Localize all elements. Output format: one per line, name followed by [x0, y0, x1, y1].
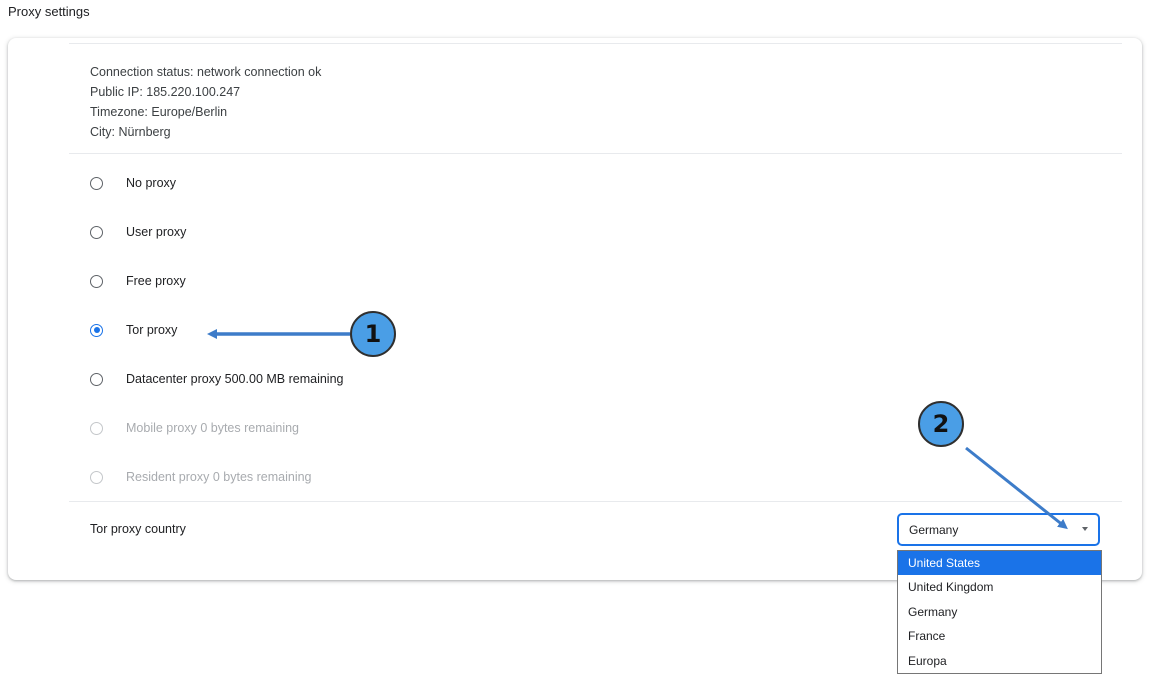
radio-resident-proxy: Resident proxy 0 bytes remaining	[90, 467, 312, 487]
dropdown-option-united-states[interactable]: United States	[898, 551, 1101, 576]
tor-country-dropdown[interactable]: United States United Kingdom Germany Fra…	[897, 550, 1102, 674]
proxy-settings-card: Connection status: network connection ok…	[8, 38, 1142, 580]
radio-button-disabled	[90, 470, 103, 484]
radio-mobile-proxy: Mobile proxy 0 bytes remaining	[90, 418, 299, 438]
radio-button[interactable]	[90, 225, 103, 239]
tor-country-label: Tor proxy country	[90, 522, 186, 536]
timezone: Timezone: Europe/Berlin	[90, 105, 228, 119]
annotation-badge-1: 1	[350, 311, 396, 357]
dropdown-option-germany[interactable]: Germany	[898, 600, 1101, 624]
radio-button[interactable]	[90, 274, 103, 288]
radio-label: Mobile proxy 0 bytes remaining	[126, 421, 299, 435]
radio-button[interactable]	[90, 176, 103, 190]
divider	[69, 501, 1122, 502]
divider	[69, 43, 1122, 44]
radio-button[interactable]	[90, 372, 103, 386]
radio-label: Resident proxy 0 bytes remaining	[126, 470, 312, 484]
radio-datacenter-proxy[interactable]: Datacenter proxy 500.00 MB remaining	[90, 369, 343, 389]
city: City: Nürnberg	[90, 125, 171, 139]
chevron-down-icon	[1082, 527, 1088, 531]
radio-button-checked[interactable]	[90, 323, 103, 337]
radio-no-proxy[interactable]: No proxy	[90, 173, 176, 193]
radio-button-disabled	[90, 421, 103, 435]
dropdown-option-europa[interactable]: Europa	[898, 649, 1101, 673]
radio-user-proxy[interactable]: User proxy	[90, 222, 186, 242]
page-title: Proxy settings	[8, 4, 90, 19]
connection-status: Connection status: network connection ok	[90, 65, 322, 79]
divider	[69, 153, 1122, 154]
dropdown-option-united-kingdom[interactable]: United Kingdom	[898, 575, 1101, 599]
radio-label: Free proxy	[126, 274, 186, 288]
radio-free-proxy[interactable]: Free proxy	[90, 271, 186, 291]
select-value: Germany	[909, 522, 959, 537]
connection-status-block: Connection status: network connection ok…	[90, 62, 321, 142]
proxy-settings-page: Proxy settings Connection status: networ…	[0, 0, 1151, 676]
radio-label: Datacenter proxy 500.00 MB remaining	[126, 372, 344, 386]
public-ip: Public IP: 185.220.100.247	[90, 85, 241, 99]
dropdown-option-france[interactable]: France	[898, 624, 1101, 648]
radio-label: User proxy	[126, 225, 187, 239]
annotation-badge-2: 2	[918, 401, 964, 447]
radio-label: Tor proxy	[126, 323, 178, 337]
radio-tor-proxy[interactable]: Tor proxy	[90, 320, 177, 340]
radio-label: No proxy	[126, 176, 177, 190]
tor-country-select[interactable]: Germany	[897, 513, 1100, 546]
